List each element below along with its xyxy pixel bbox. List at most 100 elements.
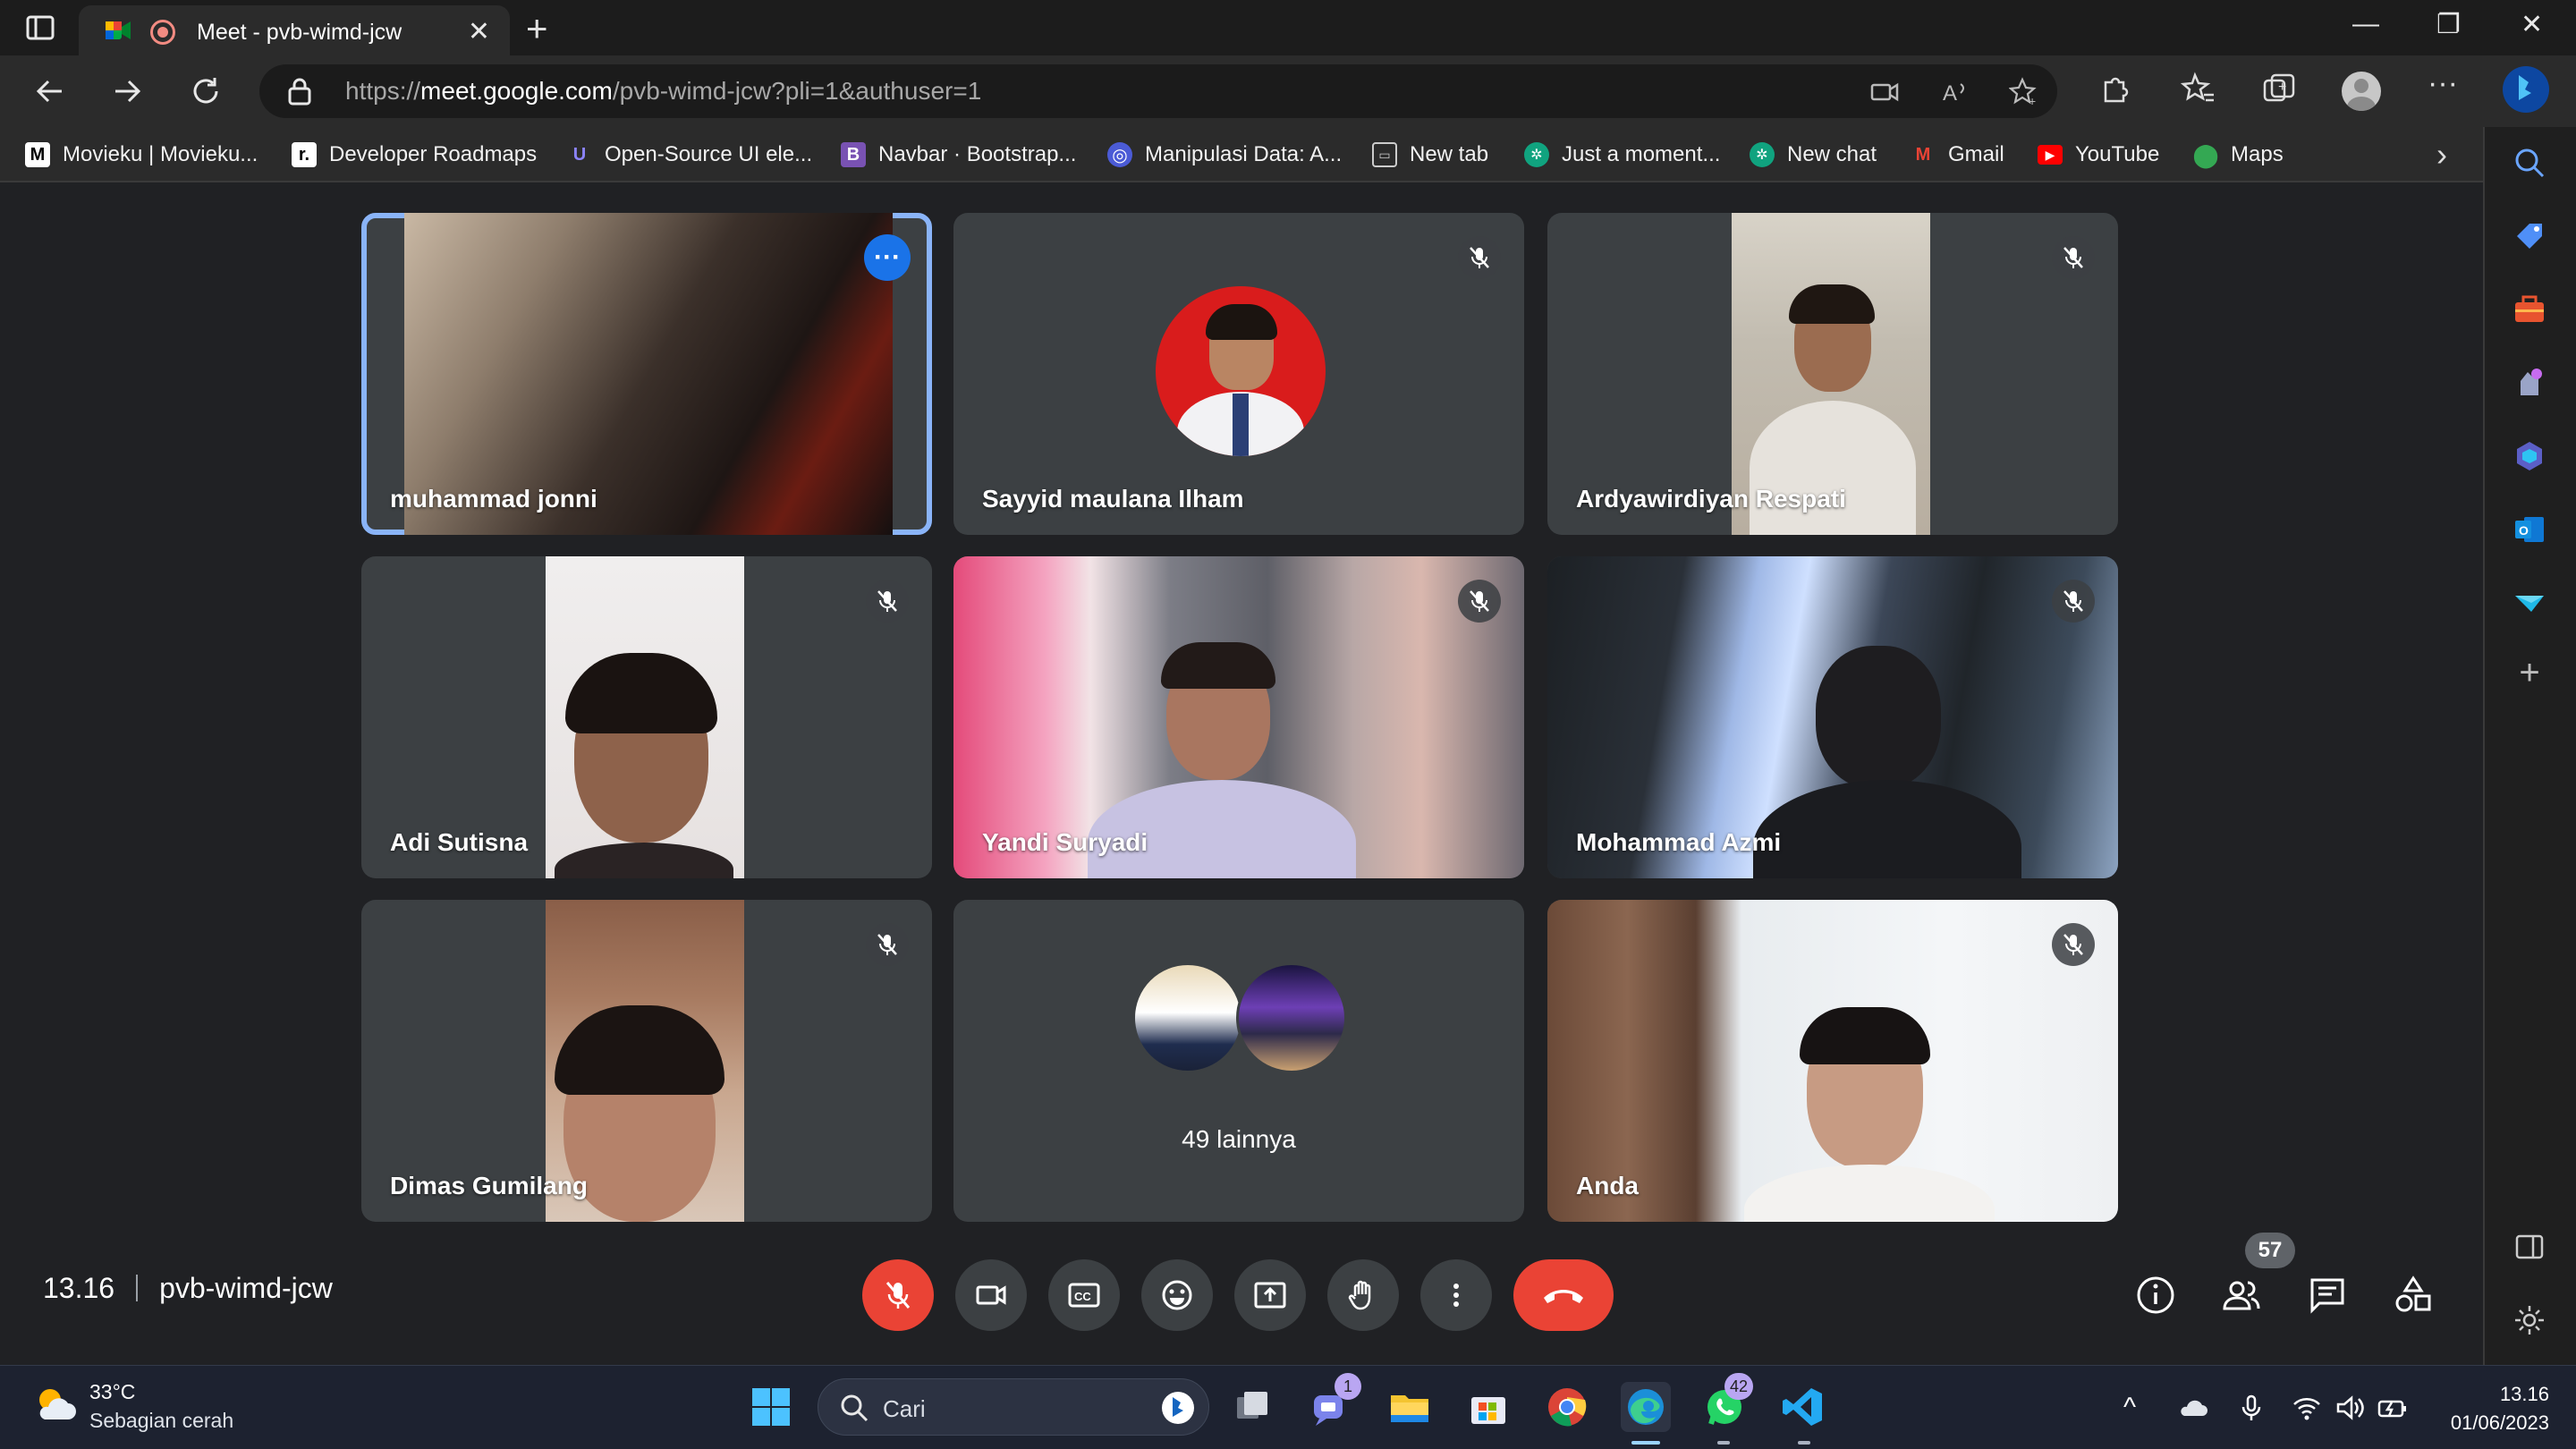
address-bar[interactable]: https://meet.google.com/pvb-wimd-jcw?pli… — [259, 64, 2057, 118]
participant-avatar — [1236, 962, 1347, 1073]
participant-tile[interactable]: Dimas Gumilang — [361, 900, 932, 1222]
add-sidebar-app-icon[interactable]: + — [2512, 655, 2547, 691]
onedrive-cloud-icon[interactable] — [2177, 1393, 2207, 1423]
bookmark-new-tab[interactable]: ▭ New tab — [1372, 140, 1488, 170]
svg-text:+: + — [2278, 80, 2286, 95]
minimize-button[interactable]: — — [2352, 9, 2379, 39]
battery-charging-icon[interactable] — [2377, 1393, 2408, 1423]
sidebar-panel-icon[interactable] — [2512, 1229, 2547, 1265]
microphone-icon[interactable] — [2236, 1393, 2267, 1423]
svg-text:A: A — [1943, 81, 1957, 106]
participant-tile[interactable]: ··· muhammad jonni — [361, 213, 932, 535]
shopping-icon[interactable] — [2512, 218, 2547, 254]
participant-tile[interactable]: Yandi Suryadi — [953, 556, 1524, 878]
more-options-button[interactable]: ··· — [864, 234, 911, 281]
camera-in-use-icon[interactable] — [1869, 77, 1900, 107]
captions-button[interactable]: CC — [1048, 1259, 1120, 1331]
bookmark-navbar-bootstrap[interactable]: B Navbar · Bootstrap... — [841, 140, 1076, 170]
drop-icon[interactable] — [2512, 585, 2547, 621]
bookmark-developer-roadmaps[interactable]: r. Developer Roadmaps — [292, 140, 537, 170]
chrome-button[interactable] — [1542, 1382, 1592, 1432]
chevron-right-icon[interactable]: › — [2436, 136, 2447, 174]
lock-icon[interactable] — [286, 77, 313, 106]
task-view-button[interactable] — [1227, 1382, 1277, 1432]
mic-toggle-button[interactable] — [862, 1259, 934, 1331]
settings-more-icon[interactable]: ··· — [2428, 66, 2463, 102]
windows-taskbar: 33°C Sebagian cerah Cari 1 42 ^ 13.16 01… — [0, 1365, 2576, 1449]
collections-icon[interactable]: + — [2261, 72, 2297, 107]
svg-text:O: O — [2519, 523, 2529, 538]
more-options-button[interactable] — [1420, 1259, 1492, 1331]
favorites-icon[interactable] — [2181, 72, 2216, 107]
reactions-button[interactable] — [1141, 1259, 1213, 1331]
microsoft-store-button[interactable] — [1463, 1382, 1513, 1432]
vscode-button[interactable] — [1778, 1382, 1828, 1432]
mic-off-icon — [866, 923, 909, 966]
chat-button[interactable] — [2304, 1272, 2351, 1318]
back-button[interactable] — [30, 72, 70, 111]
more-vert-icon — [1453, 1284, 1459, 1307]
refresh-button[interactable] — [186, 72, 225, 111]
present-screen-button[interactable] — [1234, 1259, 1306, 1331]
tab-close-icon[interactable]: ✕ — [468, 16, 490, 47]
extensions-icon[interactable] — [2097, 72, 2132, 107]
closed-captions-icon: CC — [1068, 1283, 1100, 1308]
close-window-button[interactable]: ✕ — [2521, 9, 2543, 40]
file-explorer-button[interactable] — [1385, 1382, 1435, 1432]
people-button[interactable] — [2218, 1272, 2265, 1318]
bookmark-manipulasi-data[interactable]: ◎ Manipulasi Data: A... — [1107, 140, 1342, 170]
raise-hand-button[interactable] — [1327, 1259, 1399, 1331]
youtube-icon: ▶ — [2038, 145, 2063, 165]
bookmark-movieku[interactable]: M Movieku | Movieku... — [25, 140, 258, 170]
new-tab-button[interactable]: + — [526, 7, 548, 50]
participant-tile[interactable]: Ardyawirdiyan Respati — [1547, 213, 2118, 535]
add-favorite-icon[interactable]: + — [2009, 77, 2039, 107]
weather-partly-sunny-icon[interactable] — [32, 1382, 79, 1428]
chevron-up-icon[interactable]: ^ — [2123, 1393, 2154, 1423]
url-text[interactable]: https://meet.google.com/pvb-wimd-jcw?pli… — [345, 77, 981, 106]
bookmark-new-chat[interactable]: ✲ New chat — [1750, 140, 1877, 170]
bing-copilot-icon[interactable] — [2501, 64, 2551, 114]
system-clock[interactable]: 13.16 01/06/2023 — [2451, 1380, 2549, 1437]
games-icon[interactable] — [2512, 365, 2547, 401]
restore-button[interactable]: ❐ — [2436, 9, 2461, 40]
activities-button[interactable] — [2390, 1272, 2436, 1318]
camera-toggle-button[interactable] — [955, 1259, 1027, 1331]
search-icon[interactable] — [2512, 145, 2547, 181]
participant-tile[interactable]: Sayyid maulana Ilham — [953, 213, 1524, 535]
recording-indicator-icon — [150, 20, 175, 45]
microsoft-365-icon[interactable] — [2512, 438, 2547, 474]
volume-icon[interactable] — [2334, 1393, 2365, 1423]
roadmap-icon: r. — [292, 142, 317, 167]
edge-button[interactable] — [1621, 1382, 1671, 1432]
taskbar-search[interactable]: Cari — [818, 1378, 1209, 1436]
read-aloud-icon[interactable]: A — [1941, 77, 1971, 107]
info-icon — [2137, 1276, 2174, 1314]
meeting-info: 13.16 pvb-wimd-jcw — [43, 1272, 333, 1305]
meeting-details-button[interactable] — [2132, 1272, 2179, 1318]
others-tile[interactable]: 49 lainnya — [953, 900, 1524, 1222]
bookmark-open-source-ui[interactable]: U Open-Source UI ele... — [567, 140, 812, 170]
participant-name: Yandi Suryadi — [982, 828, 1148, 856]
start-button[interactable] — [746, 1382, 796, 1432]
sidebar-settings-icon[interactable] — [2512, 1302, 2547, 1338]
svg-text:CC: CC — [1074, 1290, 1091, 1303]
forward-button[interactable] — [107, 72, 147, 111]
tools-icon[interactable] — [2512, 292, 2547, 327]
self-view-tile[interactable]: Anda — [1547, 900, 2118, 1222]
wifi-icon[interactable] — [2292, 1393, 2322, 1423]
outlook-icon[interactable]: O — [2512, 512, 2547, 547]
workspaces-icon[interactable] — [25, 14, 61, 43]
tab-meet[interactable]: Meet - pvb-wimd-jcw ✕ — [79, 5, 510, 55]
profile-avatar-icon[interactable] — [2342, 72, 2381, 111]
participant-tile[interactable]: Mohammad Azmi — [1547, 556, 2118, 878]
edge-sidebar: O + — [2483, 127, 2576, 1365]
weather-description: Sebagian cerah — [89, 1409, 234, 1432]
bookmark-maps[interactable]: ⬤ Maps — [2192, 140, 2283, 170]
folder-icon — [1391, 1395, 1428, 1422]
bookmark-youtube[interactable]: ▶ YouTube — [2038, 140, 2159, 170]
participant-tile[interactable]: Adi Sutisna — [361, 556, 932, 878]
bookmark-just-a-moment[interactable]: ✲ Just a moment... — [1524, 140, 1720, 170]
bookmark-gmail[interactable]: M Gmail — [1911, 140, 2004, 170]
leave-call-button[interactable] — [1513, 1259, 1614, 1331]
